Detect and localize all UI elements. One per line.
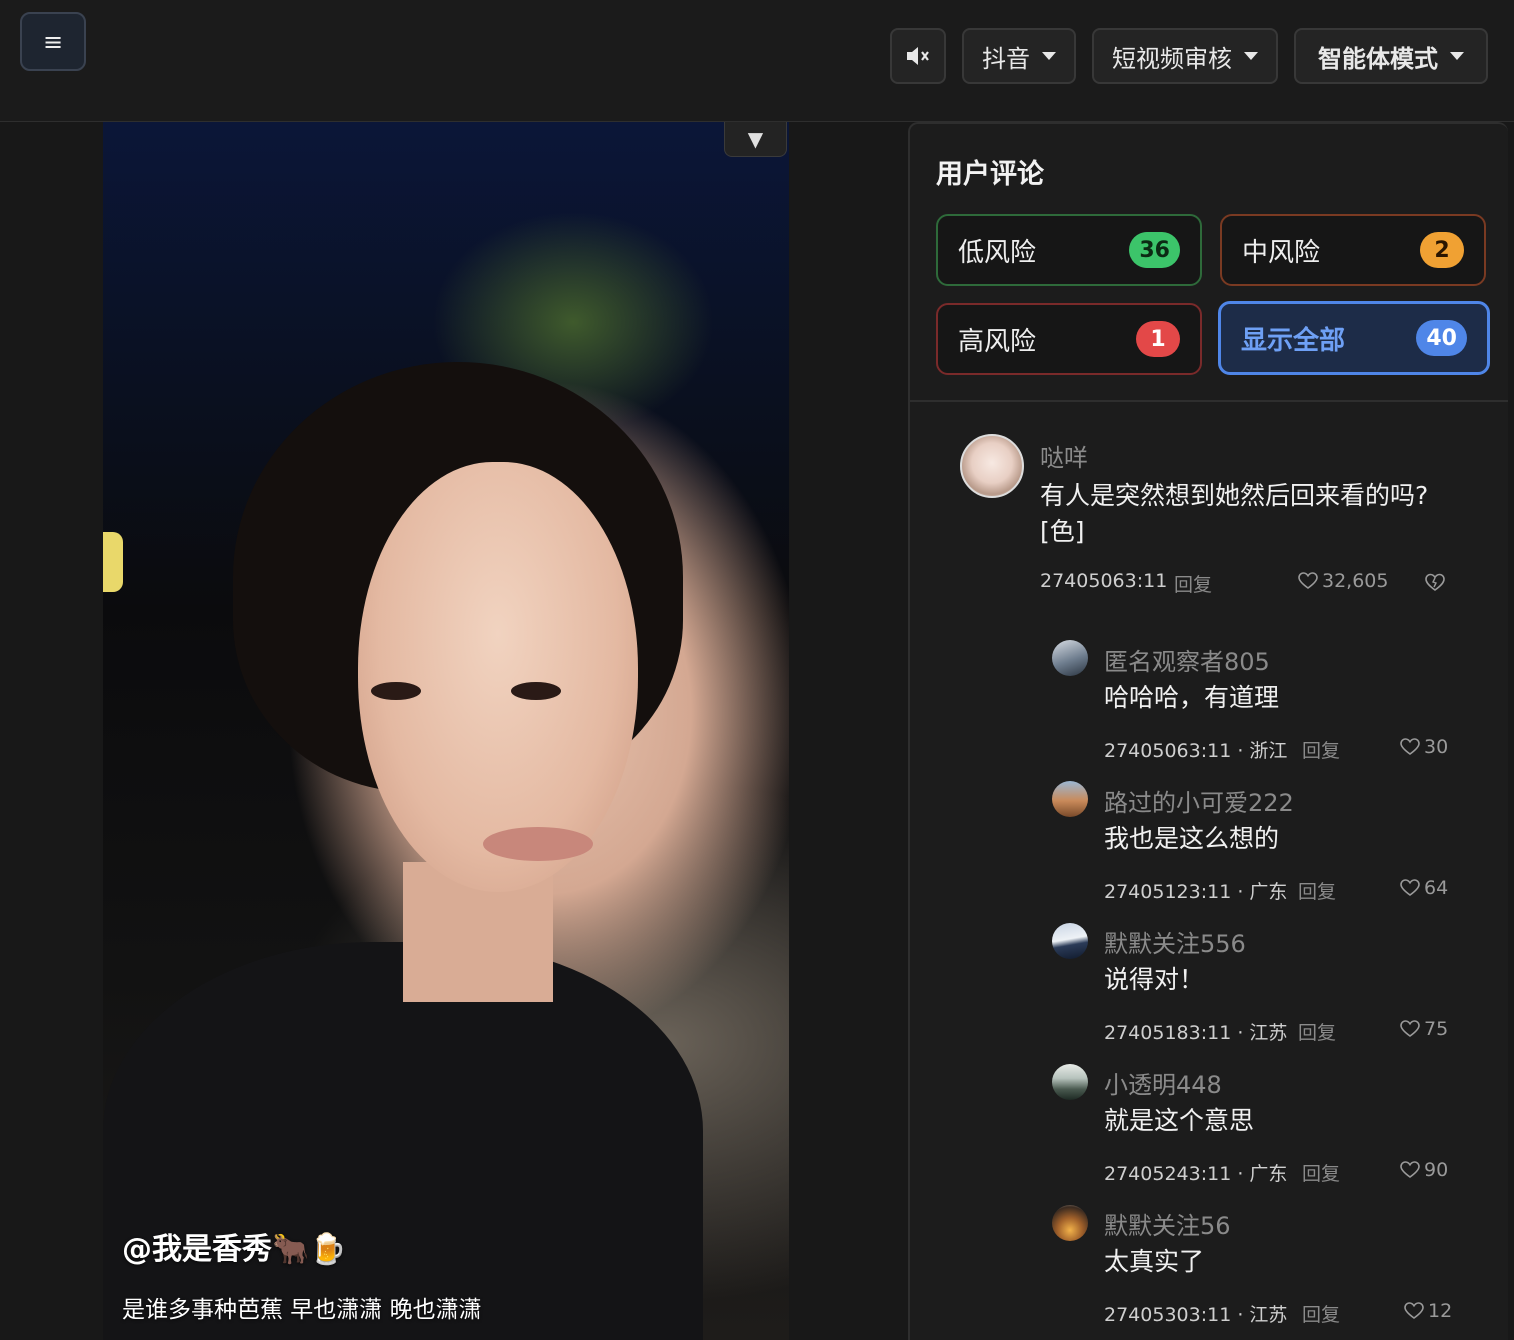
video-player[interactable] [103,122,789,1340]
panel-title: 用户评论 [936,159,1044,190]
reply-author[interactable]: 路过的小可爱222 [1104,783,1294,818]
filter-label: 低风险 [958,237,1037,268]
filter-label: 高风险 [958,326,1037,357]
reply-author[interactable]: 默默关注56 [1104,1206,1231,1241]
reply-author[interactable]: 小透明448 [1104,1065,1222,1100]
count-badge: 36 [1129,232,1180,268]
avatar[interactable] [960,434,1024,498]
agent-mode-label: 智能体模式 [1318,44,1438,73]
broken-heart-icon[interactable] [1424,572,1446,592]
chevron-down-icon [1244,52,1258,60]
reply-text: 太真实了 [1104,1247,1205,1276]
chevron-down-icon [1450,52,1464,60]
comment-author[interactable]: 哒咩 [1040,438,1088,473]
comment-text: [色] [1040,517,1085,546]
comments-panel: 用户评论 低风险 36 中风险 2 高风险 1 显示全部 40 哒咩 有人是突然… [908,122,1508,1340]
like-count: 32,605 [1322,570,1389,592]
like-button[interactable]: 75 [1400,1018,1448,1040]
avatar[interactable] [1052,1064,1088,1100]
reply-author[interactable]: 匿名观察者805 [1104,642,1270,677]
video-subject-eye [511,682,561,700]
video-subject-lips [483,827,593,861]
filter-mid-risk[interactable]: 中风险 2 [1220,214,1486,286]
reply-button[interactable]: 回复 [1302,1300,1340,1327]
menu-icon[interactable]: ≡ [20,12,86,71]
like-count: 30 [1424,736,1449,758]
heart-icon [1400,738,1420,755]
avatar[interactable] [1052,640,1088,676]
count-badge: 40 [1416,320,1467,356]
video-description: 是谁多事种芭蕉 早也潇潇 晚也潇潇 [122,1297,482,1323]
heart-icon [1404,1302,1424,1319]
like-count: 90 [1424,1159,1449,1181]
comment-text: 有人是突然想到她然后回来看的吗? [1040,481,1429,510]
reply-text: 我也是这么想的 [1104,824,1280,853]
speaker-mute-icon [907,47,929,65]
filter-label: 显示全部 [1241,325,1346,356]
comment-meta: 27405063:11 [1040,570,1168,592]
reply-meta: 27405063:11 · 浙江 [1104,740,1288,762]
reply-author[interactable]: 默默关注556 [1104,924,1246,959]
like-button[interactable]: 32,605 [1298,570,1388,592]
video-subject-eye [371,682,421,700]
heart-icon [1400,1020,1420,1037]
reply-button[interactable]: 回复 [1174,570,1212,597]
reply-button[interactable]: 回复 [1302,736,1340,763]
triangle-down-icon: ▼ [747,127,764,151]
like-button[interactable]: 64 [1400,877,1448,899]
like-button[interactable]: 30 [1400,736,1448,758]
like-count: 75 [1424,1018,1449,1040]
heart-icon [1298,572,1318,589]
reply-meta: 27405303:11 · 江苏 [1104,1304,1288,1326]
like-count: 64 [1424,877,1449,899]
count-badge: 2 [1420,232,1464,268]
platform-label: 抖音 [982,44,1030,73]
video-subject-face [358,462,638,892]
heart-icon [1400,1161,1420,1178]
reply-button[interactable]: 回复 [1302,1159,1340,1186]
avatar[interactable] [1052,923,1088,959]
review-type-dropdown[interactable]: 短视频审核 [1092,28,1278,84]
top-bar: ≡ 抖音 短视频审核 智能体模式 [0,0,1514,122]
like-button[interactable]: 90 [1400,1159,1448,1181]
reply-text: 说得对！ [1104,965,1205,994]
reply-meta: 27405183:11 · 江苏 [1104,1022,1288,1044]
reply-text: 就是这个意思 [1104,1106,1255,1135]
collapse-toggle[interactable]: ▼ [724,122,787,157]
filter-low-risk[interactable]: 低风险 36 [936,214,1202,286]
platform-dropdown[interactable]: 抖音 [962,28,1076,84]
reply-meta: 27405123:11 · 广东 [1104,881,1288,903]
chevron-down-icon [1042,52,1056,60]
filter-high-risk[interactable]: 高风险 1 [936,303,1202,375]
reply-meta: 27405243:11 · 广东 [1104,1163,1288,1185]
like-button[interactable]: 12 [1404,1300,1452,1322]
reply-text: 哈哈哈，有道理 [1104,683,1280,712]
reply-button[interactable]: 回复 [1298,877,1336,904]
mute-button[interactable] [890,28,946,84]
divider [910,400,1508,402]
background-light [103,532,123,592]
avatar[interactable] [1052,781,1088,817]
count-badge: 1 [1136,321,1180,357]
agent-mode-dropdown[interactable]: 智能体模式 [1294,28,1488,84]
like-count: 12 [1428,1300,1453,1322]
avatar[interactable] [1052,1205,1088,1241]
filter-show-all[interactable]: 显示全部 40 [1218,301,1490,375]
reply-button[interactable]: 回复 [1298,1018,1336,1045]
filter-label: 中风险 [1242,237,1321,268]
review-type-label: 短视频审核 [1112,44,1232,73]
heart-icon [1400,879,1420,896]
video-author[interactable]: @我是香秀🐂🍺 [122,1224,347,1268]
